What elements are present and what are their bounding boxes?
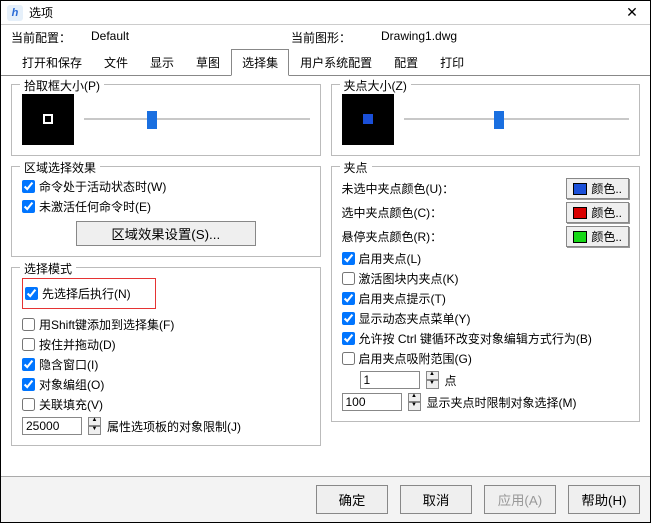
chk-object-group[interactable]: 对象编组(O) bbox=[22, 376, 310, 393]
chk-assoc-hatch[interactable]: 关联填充(V) bbox=[22, 396, 310, 413]
property-limit-label: 属性选项板的对象限制(J) bbox=[107, 418, 241, 435]
tab-open-save[interactable]: 打开和保存 bbox=[11, 49, 93, 76]
window-title: 选项 bbox=[29, 4, 620, 21]
region-group: 区域选择效果 命令处于活动状态时(W) 未激活任何命令时(E) 区域效果设置(S… bbox=[11, 166, 321, 257]
left-column: 拾取框大小(P) 区域选择效果 命令处于活动状态时(W) 未激活任何命令时(E)… bbox=[11, 84, 321, 456]
apply-button[interactable]: 应用(A) bbox=[484, 485, 556, 514]
tab-display[interactable]: 显示 bbox=[139, 49, 185, 76]
grips-group: 夹点 未选中夹点颜色(U)： 颜色.. 选中夹点颜色(C)： 颜色.. 悬停夹点… bbox=[331, 166, 641, 422]
current-drawing-label: 当前图形： bbox=[291, 29, 381, 46]
chk-shift-add[interactable]: 用Shift键添加到选择集(F) bbox=[22, 316, 310, 333]
chk-ctrl-cycle[interactable]: 允许按 Ctrl 键循环改变对象编辑方式行为(B) bbox=[342, 330, 630, 347]
pickbox-group: 拾取框大小(P) bbox=[11, 84, 321, 156]
chk-grip-snap[interactable]: 启用夹点吸附范围(G) bbox=[342, 350, 630, 367]
titlebar: h 选项 ✕ bbox=[1, 1, 650, 25]
help-button[interactable]: 帮助(H) bbox=[568, 485, 640, 514]
gripsize-slider[interactable] bbox=[404, 109, 630, 129]
unselected-grip-color-button[interactable]: 颜色.. bbox=[566, 178, 629, 199]
tab-profiles[interactable]: 配置 bbox=[383, 49, 429, 76]
region-title: 区域选择效果 bbox=[20, 159, 100, 176]
info-row: 当前配置： Default 当前图形： Drawing1.dwg bbox=[1, 25, 650, 48]
tab-files[interactable]: 文件 bbox=[93, 49, 139, 76]
pickbox-slider[interactable] bbox=[84, 109, 310, 129]
chk-press-drag[interactable]: 按住并拖动(D) bbox=[22, 336, 310, 353]
current-config-value: Default bbox=[91, 29, 291, 46]
chk-preselect[interactable]: 先选择后执行(N) bbox=[25, 285, 131, 302]
grip-limit-label: 显示夹点时限制对象选择(M) bbox=[427, 394, 577, 411]
app-icon: h bbox=[7, 5, 23, 21]
selection-mode-group: 选择模式 先选择后执行(N) 用Shift键添加到选择集(F) 按住并拖动(D)… bbox=[11, 267, 321, 446]
right-column: 夹点大小(Z) 夹点 未选中夹点颜色(U)： 颜色.. 选中夹点颜色(C)： 颜… bbox=[331, 84, 641, 456]
chk-grip-tips[interactable]: 启用夹点提示(T) bbox=[342, 290, 630, 307]
close-icon[interactable]: ✕ bbox=[620, 4, 644, 21]
current-drawing-value: Drawing1.dwg bbox=[381, 29, 581, 46]
chk-enable-grips[interactable]: 启用夹点(L) bbox=[342, 250, 630, 267]
hover-grip-label: 悬停夹点颜色(R)： bbox=[342, 228, 561, 245]
chk-dyn-grip-menu[interactable]: 显示动态夹点菜单(Y) bbox=[342, 310, 630, 327]
selected-grip-label: 选中夹点颜色(C)： bbox=[342, 204, 561, 221]
chk-block-grips[interactable]: 激活图块内夹点(K) bbox=[342, 270, 630, 287]
dialog-footer: 确定 取消 应用(A) 帮助(H) bbox=[1, 476, 650, 522]
grips-title: 夹点 bbox=[340, 159, 372, 176]
tab-content: 拾取框大小(P) 区域选择效果 命令处于活动状态时(W) 未激活任何命令时(E)… bbox=[1, 76, 650, 456]
options-dialog: h 选项 ✕ 当前配置： Default 当前图形： Drawing1.dwg … bbox=[0, 0, 651, 523]
tab-selection[interactable]: 选择集 bbox=[231, 49, 289, 76]
snap-range-input[interactable] bbox=[360, 371, 420, 389]
selected-grip-color-button[interactable]: 颜色.. bbox=[566, 202, 629, 223]
property-limit-input[interactable] bbox=[22, 417, 82, 435]
snap-range-spinner[interactable]: ▲▼ bbox=[426, 371, 439, 389]
hover-grip-color-button[interactable]: 颜色.. bbox=[566, 226, 629, 247]
gripsize-group: 夹点大小(Z) bbox=[331, 84, 641, 156]
selection-mode-title: 选择模式 bbox=[20, 260, 76, 277]
gripsize-title: 夹点大小(Z) bbox=[340, 77, 411, 94]
property-limit-spinner[interactable]: ▲▼ bbox=[88, 417, 101, 435]
tab-strip: 打开和保存 文件 显示 草图 选择集 用户系统配置 配置 打印 bbox=[1, 48, 650, 76]
pickbox-title: 拾取框大小(P) bbox=[20, 77, 104, 94]
ok-button[interactable]: 确定 bbox=[316, 485, 388, 514]
cancel-button[interactable]: 取消 bbox=[400, 485, 472, 514]
chk-cmd-noactive[interactable]: 未激活任何命令时(E) bbox=[22, 198, 310, 215]
region-settings-button[interactable]: 区域效果设置(S)... bbox=[76, 221, 256, 246]
tab-drafting[interactable]: 草图 bbox=[185, 49, 231, 76]
grip-limit-input[interactable] bbox=[342, 393, 402, 411]
tab-user-prefs[interactable]: 用户系统配置 bbox=[289, 49, 383, 76]
chk-cmd-active[interactable]: 命令处于活动状态时(W) bbox=[22, 178, 310, 195]
pickbox-preview bbox=[22, 93, 74, 145]
snap-unit-label: 点 bbox=[445, 372, 457, 389]
tab-print[interactable]: 打印 bbox=[429, 49, 475, 76]
current-config-label: 当前配置： bbox=[11, 29, 91, 46]
grip-limit-spinner[interactable]: ▲▼ bbox=[408, 393, 421, 411]
chk-implied-window[interactable]: 隐含窗口(I) bbox=[22, 356, 310, 373]
unselected-grip-label: 未选中夹点颜色(U)： bbox=[342, 180, 561, 197]
highlight-box: 先选择后执行(N) bbox=[22, 278, 156, 309]
gripsize-preview bbox=[342, 93, 394, 145]
